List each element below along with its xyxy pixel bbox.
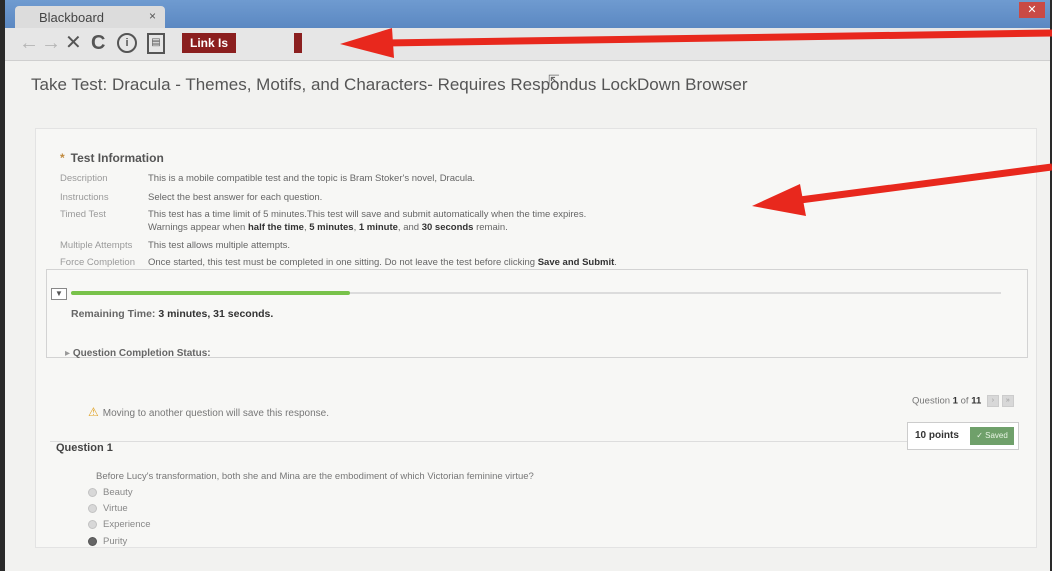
annotation-arrows	[340, 28, 1052, 216]
annotation-arrow-toolbar	[340, 28, 1052, 58]
annotation-arrow-info	[752, 163, 1052, 216]
